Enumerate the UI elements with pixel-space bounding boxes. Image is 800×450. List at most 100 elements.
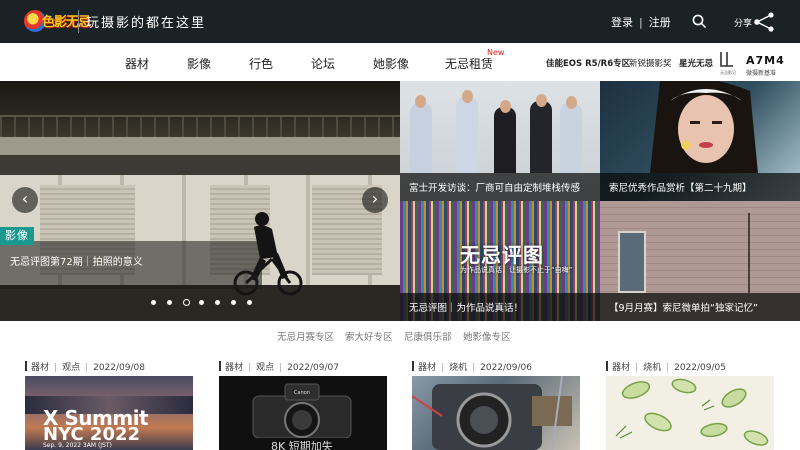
hero-photo-underpass — [0, 155, 400, 175]
register-link[interactable]: 注册 — [649, 14, 671, 30]
article-card-image[interactable]: Canon 8K 短期加失 — [219, 376, 387, 450]
site-slogan: 玩摄影的都在这里 — [86, 16, 207, 31]
card-image-date: Sep. 9, 2022 3AM (JST) — [43, 442, 112, 449]
feature-tile-monthly-contest[interactable]: 【9月月赛】索尼微单拍“独家记忆” — [600, 201, 800, 321]
portrait-photo — [650, 81, 758, 173]
a7m4-subtitle: 微摄新基准 — [746, 70, 777, 77]
article-card-image[interactable] — [606, 376, 774, 450]
person-head — [566, 96, 577, 109]
review-logo-text: 无忌评图 — [460, 243, 544, 267]
carousel-dot[interactable] — [183, 299, 190, 306]
tile-caption-bar: 【9月月赛】索尼微单拍“独家记忆” — [600, 293, 800, 321]
auth-divider: | — [639, 16, 643, 29]
chevron-left-icon: ‹ — [21, 189, 29, 208]
carousel-dot[interactable] — [247, 300, 252, 305]
card-category[interactable]: 器材 — [612, 363, 630, 373]
nav-item-rental[interactable]: 无忌租赁 — [445, 55, 493, 72]
carousel-dot[interactable] — [151, 300, 156, 305]
zone-link-monthly-contest[interactable]: 无忌月赛专区 — [277, 329, 334, 343]
zone-link-nikon[interactable]: 尼康俱乐部 — [404, 329, 452, 343]
meta-marker — [412, 361, 414, 371]
hero-category-tag: 影像 — [0, 227, 34, 245]
card-subcategory[interactable]: 烧机 — [449, 363, 467, 373]
nav-item-her-image[interactable]: 她影像 — [373, 55, 409, 72]
site-logo[interactable]: 色影无忌 — [24, 8, 91, 34]
carousel-prev-button[interactable]: ‹ — [12, 187, 38, 213]
meta-marker — [606, 361, 608, 371]
person-figure — [560, 103, 582, 173]
pole-photo — [748, 213, 750, 293]
card-meta: 器材 | 烧机 | 2022/09/06 — [412, 360, 532, 373]
feature-tile-sony-gallery[interactable]: 索尼优秀作品赏析【第二十九期】 — [600, 81, 800, 201]
tile-caption: 富士开发访谈：厂商可自由定制堆栈传感 — [409, 183, 581, 194]
feature-tile-review[interactable]: 无忌评图 为作品说真话，让摄影不止于“自嗨” 无忌评图｜为作品说真话！ — [400, 201, 600, 321]
nav-item-forum[interactable]: 论坛 — [311, 55, 335, 72]
carousel-dot[interactable] — [215, 300, 220, 305]
a7-logo-caption: 无忌影记 — [720, 69, 736, 75]
card-date: 2022/09/06 — [480, 363, 532, 373]
a7-logo-icon[interactable]: 无忌影记 — [718, 50, 738, 76]
a7m4-title[interactable]: A7M4 — [746, 54, 785, 67]
card-subcategory[interactable]: 观点 — [62, 363, 80, 373]
review-slogan: 为作品说真话，让摄影不止于“自嗨” — [460, 266, 573, 274]
meta-divider: | — [54, 363, 58, 373]
card-meta: 器材 | 烧机 | 2022/09/05 — [606, 360, 726, 373]
meta-divider: | — [472, 363, 476, 373]
search-icon[interactable] — [692, 14, 706, 28]
share-icon[interactable] — [752, 12, 776, 32]
nav-item-image[interactable]: 影像 — [187, 55, 211, 72]
carousel-dot[interactable] — [199, 300, 204, 305]
card-category[interactable]: 器材 — [225, 363, 243, 373]
tile-caption-bar: 富士开发访谈：厂商可自由定制堆栈传感 — [400, 173, 600, 201]
nav-promo-starlight[interactable]: 星光无忌 — [679, 57, 713, 69]
carousel-next-button[interactable]: › — [362, 187, 388, 213]
nav-item-gear[interactable]: 器材 — [125, 55, 149, 72]
carousel-dot[interactable] — [231, 300, 236, 305]
feature-tile-fujifilm[interactable]: 富士开发访谈：厂商可自由定制堆栈传感 — [400, 81, 600, 201]
tile-caption: 无忌评图｜为作品说真话！ — [409, 303, 524, 314]
hero-caption[interactable]: 无忌评图第72期｜拍照的意义 — [10, 253, 143, 268]
meta-divider: | — [279, 363, 283, 373]
card-date: 2022/09/08 — [93, 363, 145, 373]
carousel-dots — [150, 299, 260, 308]
main-nav: 器材 影像 行色 论坛 她影像 无忌租赁 New 佳能EOS R5/R6专区 新… — [0, 43, 800, 81]
top-header: 色影无忌 玩摄影的都在这里 登录 | 注册 分享 — [0, 0, 800, 43]
card-meta: 器材 | 观点 | 2022/09/07 — [219, 360, 339, 373]
carousel-dot[interactable] — [167, 300, 172, 305]
card-image-text: 8K 短期加失 — [271, 440, 333, 450]
zone-link-her-image[interactable]: 她影像专区 — [463, 329, 511, 343]
hero-photo-rail — [0, 115, 400, 139]
card-date: 2022/09/07 — [287, 363, 339, 373]
nav-item-travel[interactable]: 行色 — [249, 55, 273, 72]
tile-caption: 【9月月赛】索尼微单拍“独家记忆” — [609, 303, 758, 314]
camera-photo: Canon — [252, 383, 352, 438]
card-date: 2022/09/05 — [674, 363, 726, 373]
meta-marker — [219, 361, 221, 371]
meta-marker — [25, 361, 27, 371]
tile-caption-bar: 无忌评图｜为作品说真话！ — [400, 293, 600, 321]
article-card-image[interactable]: X Summit NYC 2022 Sep. 9, 2022 3AM (JST) — [25, 376, 193, 450]
meta-divider: | — [666, 363, 670, 373]
login-link[interactable]: 登录 — [611, 14, 633, 30]
hero-carousel[interactable]: 影像 无忌评图第72期｜拍照的意义 ‹ › — [0, 81, 400, 321]
teardown-photo — [412, 376, 572, 450]
person-figure — [410, 103, 432, 173]
meta-divider: | — [85, 363, 89, 373]
card-category[interactable]: 器材 — [31, 363, 49, 373]
card-subcategory[interactable]: 观点 — [256, 363, 274, 373]
share-label[interactable]: 分享 — [734, 16, 752, 29]
chevron-right-icon: › — [371, 189, 379, 208]
card-subcategory[interactable]: 烧机 — [643, 363, 661, 373]
card-category[interactable]: 器材 — [418, 363, 436, 373]
nav-promo-award[interactable]: 新锐摄影奖 — [629, 57, 672, 69]
person-head — [462, 90, 473, 103]
zone-link-sony[interactable]: 索大好专区 — [345, 329, 393, 343]
nav-promo-canon[interactable]: 佳能EOS R5/R6专区 — [546, 57, 630, 69]
zone-links: 无忌月赛专区 索大好专区 尼康俱乐部 她影像专区 — [0, 321, 800, 349]
person-head — [415, 95, 426, 108]
hero-photo-bridge — [0, 137, 400, 155]
tile-caption-bar: 索尼优秀作品赏析【第二十九期】 — [600, 173, 800, 201]
article-card-image[interactable] — [412, 376, 580, 450]
person-head — [536, 94, 547, 107]
meta-divider: | — [248, 363, 252, 373]
